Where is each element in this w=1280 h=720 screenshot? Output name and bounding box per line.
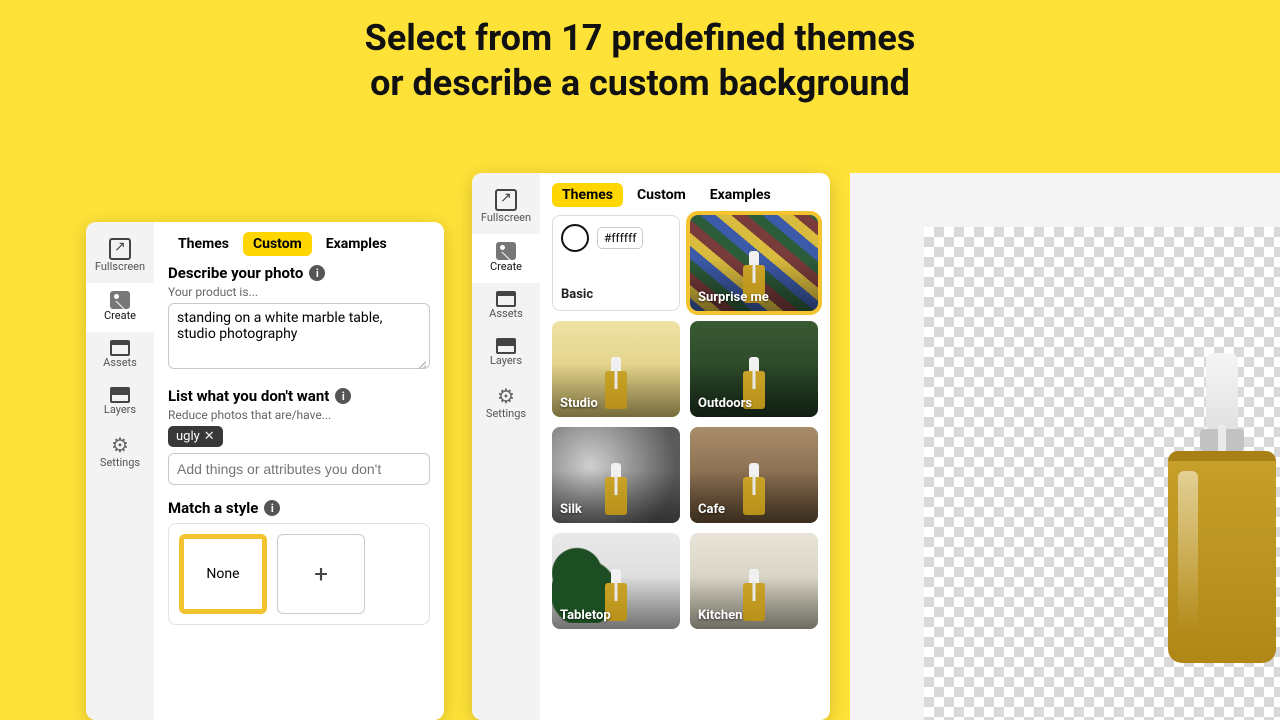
- exclude-input[interactable]: [168, 453, 430, 485]
- theme-label: Outdoors: [690, 396, 760, 417]
- exclude-title: List what you don't want i: [168, 387, 430, 405]
- nav-create-label: Create: [104, 309, 136, 322]
- exclude-chips: ugly ✕: [168, 426, 430, 447]
- theme-tabletop[interactable]: Tabletop: [552, 533, 680, 629]
- nav-layers[interactable]: Layers: [472, 330, 540, 377]
- describe-title: Describe your photo i: [168, 264, 430, 282]
- tab-themes[interactable]: Themes: [168, 232, 239, 256]
- theme-label: Basic: [561, 287, 593, 302]
- product-image[interactable]: [1162, 353, 1280, 663]
- tabs-row: Themes Custom Examples: [168, 232, 430, 256]
- style-none-label: None: [206, 566, 239, 582]
- theme-silk[interactable]: Silk: [552, 427, 680, 523]
- transparent-canvas[interactable]: [924, 227, 1280, 720]
- theme-kitchen[interactable]: Kitchen: [690, 533, 818, 629]
- exclude-hint: Reduce photos that are/have...: [168, 408, 430, 422]
- nav-settings[interactable]: ⚙ Settings: [472, 377, 540, 430]
- nav-layers-label: Layers: [490, 354, 522, 367]
- nav-layers-label: Layers: [104, 403, 136, 416]
- style-title: Match a style i: [168, 499, 430, 517]
- tab-examples[interactable]: Examples: [316, 232, 397, 256]
- nav-assets[interactable]: Assets: [86, 332, 154, 379]
- image-icon: [110, 291, 130, 309]
- nav-create-label: Create: [490, 260, 522, 273]
- describe-hint: Your product is...: [168, 285, 430, 299]
- tab-themes[interactable]: Themes: [552, 183, 623, 207]
- nav-fullscreen[interactable]: Fullscreen: [472, 181, 540, 234]
- resize-handle-icon[interactable]: [416, 359, 426, 369]
- layers-icon: [496, 338, 516, 354]
- nav-create[interactable]: Create: [86, 283, 154, 332]
- exclude-chip[interactable]: ugly ✕: [168, 426, 223, 447]
- info-icon[interactable]: i: [309, 265, 325, 281]
- nav-fullscreen-label: Fullscreen: [481, 211, 531, 224]
- nav-fullscreen[interactable]: Fullscreen: [86, 230, 154, 283]
- close-icon[interactable]: ✕: [204, 429, 215, 444]
- fullscreen-icon: [495, 189, 517, 211]
- theme-surprise-me[interactable]: Surprise me: [690, 215, 818, 311]
- theme-cafe[interactable]: Cafe: [690, 427, 818, 523]
- product-bottle-icon: [605, 357, 627, 409]
- plus-icon: +: [314, 560, 328, 588]
- theme-outdoors[interactable]: Outdoors: [690, 321, 818, 417]
- headline-line1: Select from 17 predefined themes: [0, 16, 1280, 61]
- describe-textarea[interactable]: [168, 303, 430, 369]
- tabs-row: Themes Custom Examples: [552, 183, 818, 207]
- chip-label: ugly: [176, 429, 200, 444]
- fullscreen-icon: [109, 238, 131, 260]
- gear-icon: ⚙: [497, 385, 515, 407]
- headline: Select from 17 predefined themes or desc…: [0, 16, 1280, 106]
- box-icon: [110, 340, 130, 356]
- theme-label: Tabletop: [552, 608, 619, 629]
- nav-assets-label: Assets: [103, 356, 137, 369]
- product-bottle-icon: [743, 463, 765, 515]
- nav-settings-label: Settings: [486, 407, 526, 420]
- nav-settings-label: Settings: [100, 456, 140, 469]
- canvas-area: [850, 173, 1280, 720]
- gear-icon: ⚙: [111, 434, 129, 456]
- theme-studio[interactable]: Studio: [552, 321, 680, 417]
- nav-fullscreen-label: Fullscreen: [95, 260, 145, 273]
- tab-examples[interactable]: Examples: [700, 183, 781, 207]
- theme-grid: #ffffff Basic Surprise me Studio Outdoor…: [552, 215, 818, 629]
- product-bottle-icon: [605, 463, 627, 515]
- style-add[interactable]: +: [277, 534, 365, 614]
- nav-assets[interactable]: Assets: [472, 283, 540, 330]
- nav-layers[interactable]: Layers: [86, 379, 154, 426]
- theme-label: Silk: [552, 502, 590, 523]
- info-icon[interactable]: i: [264, 500, 280, 516]
- theme-label: Surprise me: [690, 290, 777, 311]
- themes-panel: Fullscreen Create Assets Layers ⚙ Settin…: [472, 173, 830, 720]
- tab-custom[interactable]: Custom: [243, 232, 312, 256]
- box-icon: [496, 291, 516, 307]
- layers-icon: [110, 387, 130, 403]
- hex-input[interactable]: #ffffff: [597, 227, 643, 249]
- theme-label: Kitchen: [690, 608, 750, 629]
- nav-settings[interactable]: ⚙ Settings: [86, 426, 154, 479]
- color-swatch[interactable]: [561, 224, 589, 252]
- info-icon[interactable]: i: [335, 388, 351, 404]
- nav-create[interactable]: Create: [472, 234, 540, 283]
- nav-rail: Fullscreen Create Assets Layers ⚙ Settin…: [86, 222, 154, 720]
- image-icon: [496, 242, 516, 260]
- nav-rail: Fullscreen Create Assets Layers ⚙ Settin…: [472, 173, 540, 720]
- theme-label: Studio: [552, 396, 606, 417]
- style-picker: None +: [168, 523, 430, 625]
- headline-line2: or describe a custom background: [0, 61, 1280, 106]
- theme-basic[interactable]: #ffffff Basic: [552, 215, 680, 311]
- style-none[interactable]: None: [179, 534, 267, 614]
- nav-assets-label: Assets: [489, 307, 523, 320]
- tab-custom[interactable]: Custom: [627, 183, 696, 207]
- theme-label: Cafe: [690, 502, 733, 523]
- custom-panel: Fullscreen Create Assets Layers ⚙ Settin…: [86, 222, 444, 720]
